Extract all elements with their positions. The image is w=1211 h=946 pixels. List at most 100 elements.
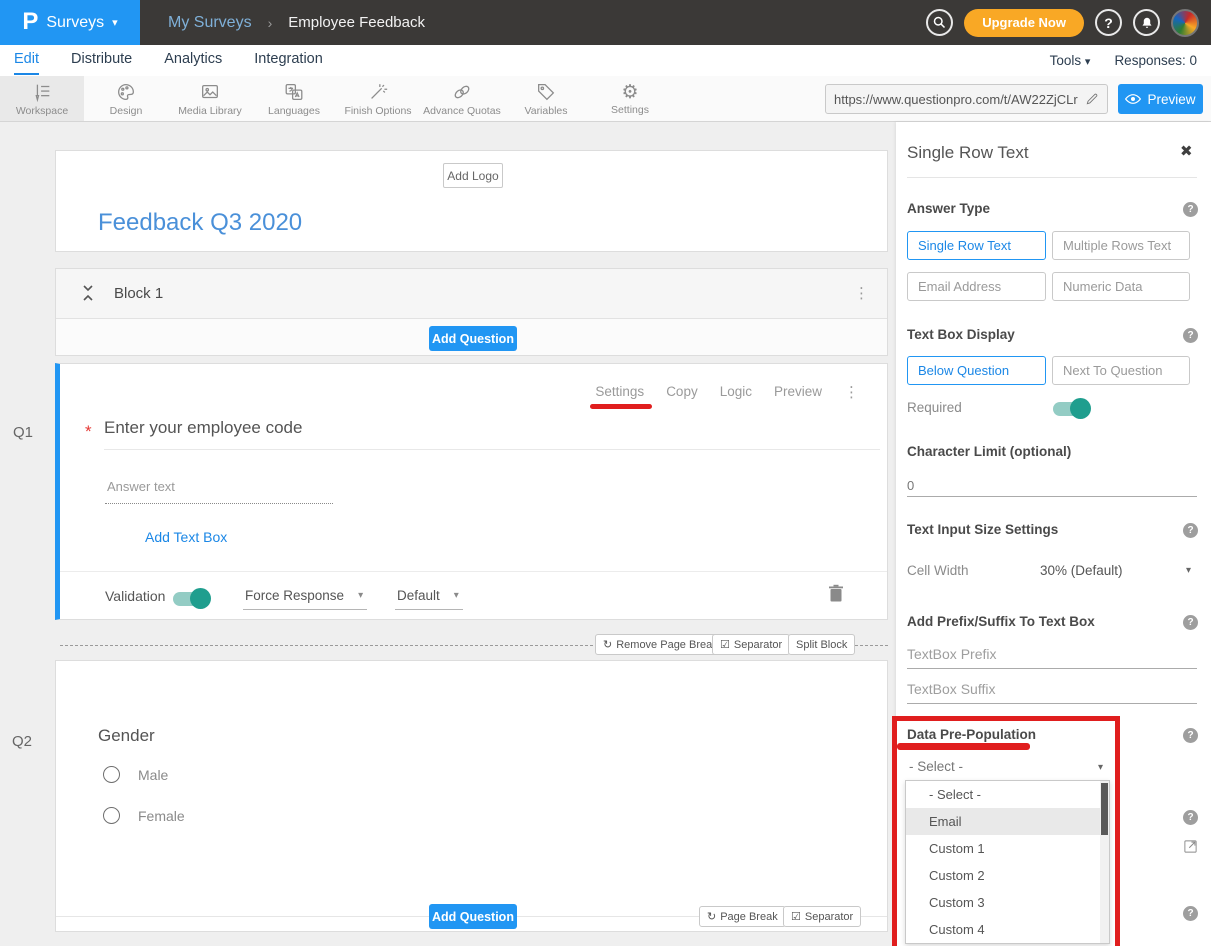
answer-type-email[interactable]: Email Address — [907, 272, 1046, 301]
tab-edit[interactable]: Edit — [14, 46, 39, 75]
breadcrumb-my-surveys[interactable]: My Surveys — [168, 14, 252, 32]
q2-question-text[interactable]: Gender — [98, 726, 155, 746]
q1-tab-settings[interactable]: Settings — [595, 384, 644, 399]
dropdown-option-custom3[interactable]: Custom 3 — [906, 889, 1109, 916]
add-question-button-bottom[interactable]: Add Question — [429, 904, 517, 929]
dropdown-scrollbar-thumb[interactable] — [1101, 783, 1108, 835]
search-button[interactable] — [926, 9, 953, 36]
split-block-label: Split Block — [796, 639, 847, 651]
text-box-display-help-icon[interactable]: ? — [1183, 328, 1198, 343]
answer-type-multiple-rows[interactable]: Multiple Rows Text — [1052, 231, 1190, 260]
answer-type-help-icon[interactable]: ? — [1183, 202, 1198, 217]
hidden-section-help-icon-2[interactable]: ? — [1183, 906, 1198, 921]
toolbar-item-languages[interactable]: Languages — [252, 76, 336, 121]
q1-tab-logic[interactable]: Logic — [720, 384, 752, 399]
tools-label: Tools — [1050, 53, 1082, 68]
tab-integration[interactable]: Integration — [254, 46, 323, 75]
textbox-suffix-input[interactable]: TextBox Suffix — [907, 681, 995, 697]
add-question-button-top[interactable]: Add Question — [429, 326, 517, 351]
add-text-box-link[interactable]: Add Text Box — [145, 529, 227, 545]
character-limit-value[interactable]: 0 — [907, 478, 914, 493]
answer-type-label: Answer Type — [907, 201, 990, 216]
survey-url-field[interactable]: https://www.questionpro.com/t/AW22ZjCLr — [825, 84, 1108, 114]
data-prepopulation-select[interactable]: - Select - — [909, 759, 1106, 774]
panel-divider — [907, 177, 1197, 178]
user-avatar[interactable] — [1171, 9, 1199, 37]
q1-answer-placeholder[interactable]: Answer text — [107, 479, 175, 494]
block-card: Block 1 ⋮ Add Question — [55, 268, 888, 356]
separator-button-bottom[interactable]: ☑ Separator — [783, 906, 861, 927]
data-prepopulation-help-icon[interactable]: ? — [1183, 728, 1198, 743]
workspace-label: Workspace — [16, 105, 68, 117]
display-below-question[interactable]: Below Question — [907, 356, 1046, 385]
dropdown-option-email[interactable]: Email — [906, 808, 1109, 835]
advance-quotas-links-icon — [451, 81, 473, 103]
male-radio-button[interactable] — [103, 766, 120, 783]
female-label: Female — [138, 808, 185, 824]
toolbar-item-settings[interactable]: ⚙ Settings — [588, 76, 672, 121]
cell-width-dropdown-caret-icon[interactable]: ▾ — [1186, 565, 1191, 576]
page-break-icon: ↻ — [707, 910, 716, 923]
page-break-button[interactable]: ↻ Page Break — [699, 906, 786, 927]
text-input-size-help-icon[interactable]: ? — [1183, 523, 1198, 538]
survey-title[interactable]: Feedback Q3 2020 — [98, 209, 302, 237]
q1-question-text[interactable]: Enter your employee code — [104, 418, 302, 438]
hidden-section-help-icon[interactable]: ? — [1183, 810, 1198, 825]
tab-analytics[interactable]: Analytics — [164, 46, 222, 75]
upgrade-now-button[interactable]: Upgrade Now — [964, 9, 1084, 37]
q1-tab-copy[interactable]: Copy — [666, 384, 698, 399]
q1-tab-preview[interactable]: Preview — [774, 384, 822, 399]
dropdown-option-custom2[interactable]: Custom 2 — [906, 862, 1109, 889]
languages-label: Languages — [268, 105, 320, 117]
toolbar-item-workspace[interactable]: Workspace — [0, 76, 84, 121]
dropdown-option-custom4[interactable]: Custom 4 — [906, 916, 1109, 943]
dropdown-scrollbar[interactable] — [1100, 781, 1109, 943]
force-response-dropdown[interactable]: Force Response ▾ — [243, 588, 367, 610]
remove-page-break-button[interactable]: ↻ Remove Page Break — [595, 634, 726, 655]
upgrade-now-label: Upgrade Now — [982, 15, 1066, 30]
required-asterisk: * — [85, 422, 92, 442]
split-block-button[interactable]: Split Block — [788, 634, 855, 655]
dropdown-option-custom1[interactable]: Custom 1 — [906, 835, 1109, 862]
preview-button[interactable]: Preview — [1118, 84, 1203, 114]
prefix-suffix-help-icon[interactable]: ? — [1183, 615, 1198, 630]
toolbar-item-design[interactable]: Design — [84, 76, 168, 121]
answer-type-single-row[interactable]: Single Row Text — [907, 231, 1046, 260]
breadcrumb-current-survey: Employee Feedback — [288, 14, 425, 31]
chevron-down-icon: ▾ — [454, 590, 459, 601]
default-dropdown[interactable]: Default ▾ — [395, 588, 463, 610]
cell-width-value: 30% (Default) — [1040, 563, 1123, 578]
block-title[interactable]: Block 1 — [114, 285, 163, 302]
block-menu-kebab-icon[interactable]: ⋮ — [854, 286, 869, 300]
product-menu[interactable]: P Surveys ▾ — [0, 0, 140, 45]
q1-menu-kebab-icon[interactable]: ⋮ — [844, 385, 859, 399]
edit-pencil-icon[interactable] — [1085, 92, 1099, 106]
collapse-block-icon[interactable] — [81, 284, 95, 307]
external-link-icon[interactable] — [1183, 839, 1198, 859]
data-prepopulation-selected-value: - Select - — [909, 759, 963, 774]
toolbar-item-advance-quotas[interactable]: Advance Quotas — [420, 76, 504, 121]
female-radio-button[interactable] — [103, 807, 120, 824]
add-logo-button[interactable]: Add Logo — [443, 163, 503, 188]
workspace-icon — [31, 81, 53, 103]
toolbar-item-variables[interactable]: Variables — [504, 76, 588, 121]
data-prepopulation-red-annotation — [897, 743, 1030, 750]
validation-toggle[interactable] — [173, 592, 209, 606]
notifications-button[interactable] — [1133, 9, 1160, 36]
textbox-prefix-input[interactable]: TextBox Prefix — [907, 646, 996, 662]
separator-button[interactable]: ☑ Separator — [712, 634, 790, 655]
tab-distribute[interactable]: Distribute — [71, 46, 132, 75]
toolbar-item-media-library[interactable]: Media Library — [168, 76, 252, 121]
finish-options-wand-icon — [367, 81, 389, 103]
toolbar-item-finish-options[interactable]: Finish Options — [336, 76, 420, 121]
required-toggle[interactable] — [1053, 402, 1089, 416]
delete-question-trash-icon[interactable] — [828, 584, 844, 608]
tools-dropdown[interactable]: Tools ▾ — [1050, 53, 1091, 68]
page-break-icon: ↻ — [603, 638, 612, 651]
display-next-to-question[interactable]: Next To Question — [1052, 356, 1190, 385]
data-prepopulation-caret-icon[interactable]: ▾ — [1098, 762, 1103, 773]
answer-type-numeric[interactable]: Numeric Data — [1052, 272, 1190, 301]
dropdown-option-select[interactable]: - Select - — [906, 781, 1109, 808]
close-panel-icon[interactable]: ✖ — [1180, 142, 1193, 160]
help-button[interactable]: ? — [1095, 9, 1122, 36]
